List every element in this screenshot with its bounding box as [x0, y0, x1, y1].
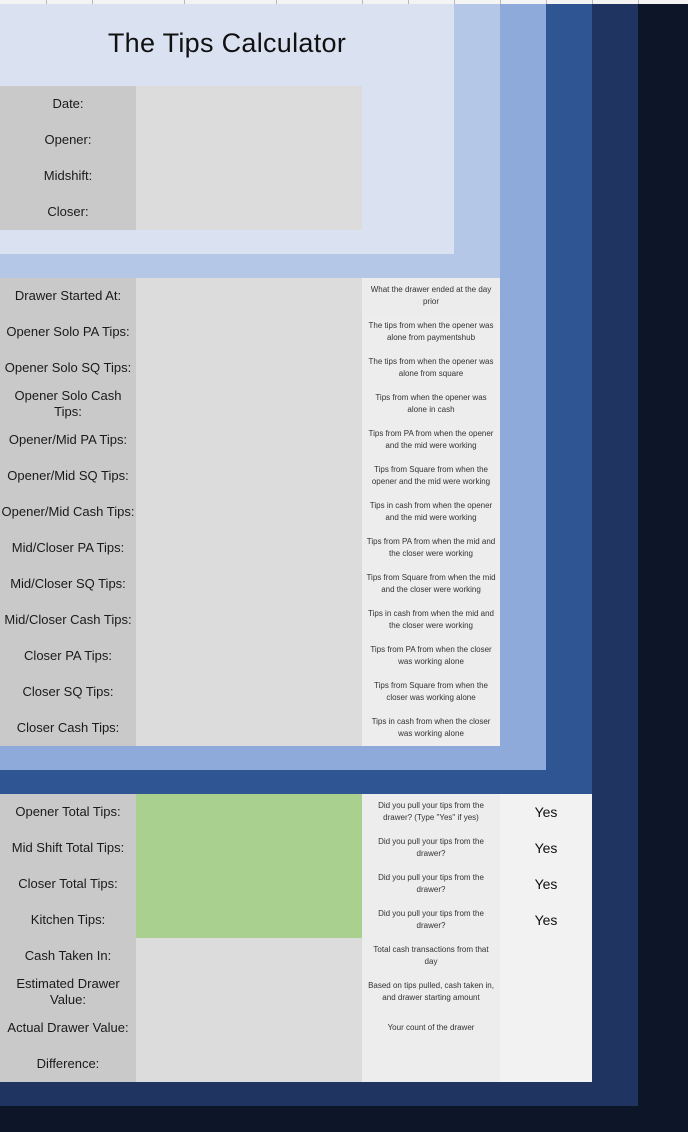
tip-row-label: Closer Cash Tips:: [0, 710, 136, 746]
tip-row-hint: Tips from when the opener was alone in c…: [362, 386, 500, 422]
midshift-label: Midshift:: [0, 158, 136, 194]
tip-row-hint: The tips from when the opener was alone …: [362, 350, 500, 386]
tip-row-hint: The tips from when the opener was alone …: [362, 314, 500, 350]
tip-row-hint: Tips from Square from when the closer wa…: [362, 674, 500, 710]
date-label: Date:: [0, 86, 136, 122]
header-input-cells[interactable]: [136, 86, 362, 230]
tip-row-label: Opener/Mid PA Tips:: [0, 422, 136, 458]
column-divider: [500, 0, 501, 4]
closer-label: Closer:: [0, 194, 136, 230]
drawer-answer-cell[interactable]: [500, 974, 592, 1010]
column-divider: [408, 0, 409, 4]
drawer-answer-cell[interactable]: [500, 938, 592, 974]
opener-label: Opener:: [0, 122, 136, 158]
tip-row-label: Opener/Mid SQ Tips:: [0, 458, 136, 494]
drawer-row-label: Estimated Drawer Value:: [0, 974, 136, 1010]
tip-row-hint: Tips from PA from when the mid and the c…: [362, 530, 500, 566]
tip-row-label: Mid/Closer PA Tips:: [0, 530, 136, 566]
tip-row-label: Closer PA Tips:: [0, 638, 136, 674]
tip-row-label: Mid/Closer Cash Tips:: [0, 602, 136, 638]
pulled-tips-answer[interactable]: Yes: [500, 902, 592, 938]
total-row-label: Mid Shift Total Tips:: [0, 830, 136, 866]
drawer-answer-cell[interactable]: [500, 1010, 592, 1046]
column-divider: [454, 0, 455, 4]
total-tip-cells[interactable]: [136, 794, 362, 938]
drawer-row-hint: [362, 1046, 500, 1082]
drawer-row-hint: Total cash transactions from that day: [362, 938, 500, 974]
tip-input-cells[interactable]: [136, 278, 362, 746]
drawer-row-label: Actual Drawer Value:: [0, 1010, 136, 1046]
tip-row-hint: What the drawer ended at the day prior: [362, 278, 500, 314]
total-row-label: Closer Total Tips:: [0, 866, 136, 902]
column-divider: [592, 0, 593, 4]
page-title: The Tips Calculator: [107, 27, 347, 58]
total-row-label: Opener Total Tips:: [0, 794, 136, 830]
total-row-hint: Did you pull your tips from the drawer?: [362, 866, 500, 902]
pulled-tips-answer[interactable]: Yes: [500, 794, 592, 830]
drawer-input-cells[interactable]: [136, 938, 362, 1082]
tip-row-hint: Tips from PA from when the opener and th…: [362, 422, 500, 458]
drawer-row-label: Difference:: [0, 1046, 136, 1082]
total-row-label: Kitchen Tips:: [0, 902, 136, 938]
tip-row-hint: Tips in cash from when the opener and th…: [362, 494, 500, 530]
tip-row-label: Opener/Mid Cash Tips:: [0, 494, 136, 530]
column-divider: [276, 0, 277, 4]
drawer-row-label: Cash Taken In:: [0, 938, 136, 974]
tip-row-hint: Tips in cash from when the mid and the c…: [362, 602, 500, 638]
tip-row-hint: Tips from Square from when the opener an…: [362, 458, 500, 494]
column-divider: [362, 0, 363, 4]
tip-row-hint: Tips from PA from when the closer was wo…: [362, 638, 500, 674]
drawer-answer-cell[interactable]: [500, 1046, 592, 1082]
total-row-hint: Did you pull your tips from the drawer?: [362, 830, 500, 866]
tip-row-label: Mid/Closer SQ Tips:: [0, 566, 136, 602]
tip-row-label: Drawer Started At:: [0, 278, 136, 314]
tip-row-label: Opener Solo Cash Tips:: [0, 386, 136, 422]
total-row-hint: Did you pull your tips from the drawer? …: [362, 794, 500, 830]
drawer-row-hint: Based on tips pulled, cash taken in, and…: [362, 974, 500, 1010]
tip-row-hint: Tips in cash from when the closer was wo…: [362, 710, 500, 746]
column-divider: [546, 0, 547, 4]
column-header-strip: [0, 0, 688, 4]
column-divider: [46, 0, 47, 4]
total-row-hint: Did you pull your tips from the drawer?: [362, 902, 500, 938]
tip-row-label: Opener Solo SQ Tips:: [0, 350, 136, 386]
drawer-row-hint: Your count of the drawer: [362, 1010, 500, 1046]
column-divider: [638, 0, 639, 4]
tip-row-label: Closer SQ Tips:: [0, 674, 136, 710]
tip-row-label: Opener Solo PA Tips:: [0, 314, 136, 350]
pulled-tips-answer[interactable]: Yes: [500, 830, 592, 866]
column-divider: [184, 0, 185, 4]
pulled-tips-answer[interactable]: Yes: [500, 866, 592, 902]
tip-row-hint: Tips from Square from when the mid and t…: [362, 566, 500, 602]
column-divider: [92, 0, 93, 4]
